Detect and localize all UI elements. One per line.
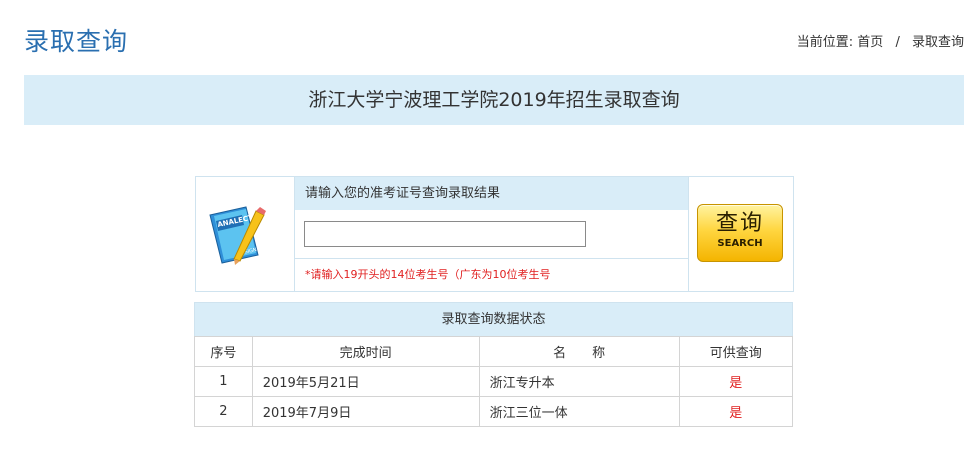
search-button-cell: 查询 SEARCH	[689, 177, 793, 291]
table-header-row: 序号 完成时间 名 称 可供查询	[194, 336, 794, 367]
column-header-time: 完成时间	[251, 336, 480, 367]
status-table: 录取查询数据状态 序号 完成时间 名 称 可供查询 1 2019年5月21日 浙…	[194, 302, 794, 427]
exam-number-input[interactable]	[304, 221, 586, 247]
row-time: 2019年7月9日	[251, 396, 480, 427]
column-header-name: 名 称	[478, 336, 680, 367]
row-name: 浙江三位一体	[478, 396, 680, 427]
row-name: 浙江专升本	[478, 366, 680, 397]
table-row: 1 2019年5月21日 浙江专升本 是	[194, 366, 794, 397]
search-button[interactable]: 查询 SEARCH	[697, 204, 783, 262]
breadcrumb-current[interactable]: 录取查询	[912, 35, 964, 50]
table-row: 2 2019年7月9日 浙江三位一体 是	[194, 396, 794, 427]
breadcrumb-separator: /	[895, 35, 900, 50]
input-row	[295, 210, 688, 259]
search-button-sublabel: SEARCH	[717, 238, 763, 249]
query-form: 请输入您的准考证号查询录取结果 *请输入19开头的14位考生号（广东为10位考生…	[295, 177, 689, 291]
row-index: 1	[194, 366, 253, 397]
column-header-index: 序号	[194, 336, 253, 367]
breadcrumb-home-link[interactable]: 首页	[857, 35, 883, 50]
row-index: 2	[194, 396, 253, 427]
input-hint: *请输入19开头的14位考生号（广东为10位考生号	[305, 268, 551, 281]
page-title: 录取查询	[24, 27, 129, 56]
breadcrumb: 当前位置: 首页 / 录取查询	[797, 31, 964, 50]
query-box: ANALECTS DESIGN 请输入您的准考证号查询录取结果 *请输入19开头…	[195, 176, 794, 292]
breadcrumb-prefix: 当前位置:	[796, 35, 854, 50]
search-button-label: 查询	[715, 211, 764, 236]
banner-title: 浙江大学宁波理工学院2019年招生录取查询	[24, 75, 964, 125]
row-available: 是	[678, 366, 794, 397]
row-available: 是	[678, 396, 794, 427]
query-prompt: 请输入您的准考证号查询录取结果	[295, 177, 688, 210]
status-table-caption: 录取查询数据状态	[194, 302, 793, 336]
row-time: 2019年5月21日	[251, 366, 480, 397]
book-image-cell: ANALECTS DESIGN	[196, 177, 295, 291]
column-header-available: 可供查询	[678, 336, 794, 367]
book-pencil-icon: ANALECTS DESIGN	[209, 206, 266, 265]
